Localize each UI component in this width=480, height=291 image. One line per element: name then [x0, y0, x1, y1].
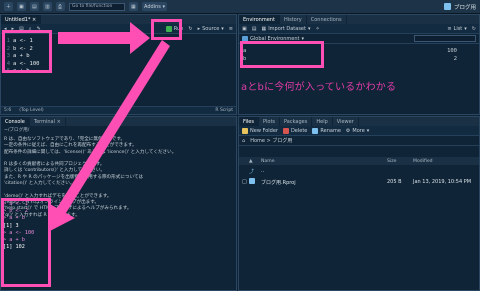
tab-viewer[interactable]: Viewer [333, 117, 359, 126]
rename-button[interactable]: Rename [312, 127, 341, 134]
file-name[interactable]: ブログ用.Rproj [261, 179, 387, 186]
console-path: ~/ブログ用/ [1, 126, 236, 134]
files-tabs: Files Plots Packages Help Viewer [239, 117, 479, 126]
env-search-input[interactable] [414, 35, 476, 42]
new-folder-button[interactable]: New Folder [242, 127, 278, 134]
print-icon[interactable]: ⎙ [56, 2, 66, 11]
refresh-icon[interactable]: ↻ [472, 26, 476, 32]
env-tabs: Environment History Connections [239, 15, 479, 24]
project-label: ブログ用 [453, 4, 476, 11]
delete-button[interactable]: Delete [282, 127, 308, 134]
file-modified: Jan 13, 2019, 10:54 PM [413, 179, 472, 185]
tab-plots[interactable]: Plots [259, 117, 281, 126]
project-menu[interactable]: ブログ用 [443, 3, 476, 11]
table-row[interactable]: □ ブログ用.Rproj 205 B Jan 13, 2019, 10:54 P… [239, 177, 479, 187]
tab-environment-label: Environment [243, 16, 275, 23]
save-env-icon[interactable]: ▤ [252, 26, 257, 32]
source-tabs: Untitled1* × [1, 15, 236, 24]
console-path-label: ~/ブログ用/ [4, 128, 30, 133]
tab-help[interactable]: Help [312, 117, 333, 126]
annotation-text: aとbに今何が入っているかわかる [241, 82, 397, 93]
source-status-bar: 5:6 (Top Level) R Script [1, 106, 236, 114]
rename-label: Rename [320, 127, 341, 134]
goto-placeholder: Go to file/function [72, 4, 113, 9]
breadcrumb-path[interactable]: Home > ブログ用 [250, 137, 292, 144]
files-breadcrumb: ⌂ Home > ブログ用 [239, 136, 479, 146]
tab-terminal[interactable]: Terminal × [30, 117, 66, 126]
new-file-icon[interactable]: ＋ [4, 2, 14, 11]
more-label: More [352, 127, 365, 134]
grid-icon[interactable]: ▦ [129, 2, 139, 11]
save-icon[interactable]: ▤ [30, 2, 40, 11]
goto-file-input[interactable]: Go to file/function [69, 2, 126, 11]
home-icon[interactable]: ⌂ [242, 138, 245, 144]
delete-label: Delete [290, 127, 308, 134]
open-project-icon[interactable]: ▣ [17, 2, 27, 11]
tab-console-label: Console [5, 118, 25, 125]
files-table-header: ▲ Name Size Modified [239, 157, 479, 165]
main-toolbar: ＋ ▣ ▤ ▥ ⎙ Go to file/function ▦ Addins ▾… [0, 0, 480, 14]
col-name[interactable]: Name [261, 159, 387, 164]
highlight-code-box [2, 30, 52, 73]
tab-untitled[interactable]: Untitled1* × [1, 15, 42, 24]
import-dataset-button[interactable]: ▦ Import Dataset ▾ [261, 26, 310, 32]
save-all-icon[interactable]: ▥ [43, 2, 53, 11]
broom-icon[interactable]: ✧ [315, 26, 319, 32]
col-modified[interactable]: Modified [413, 159, 433, 164]
highlight-run-box [151, 19, 182, 40]
col-size[interactable]: Size [387, 159, 413, 164]
tab-files[interactable]: Files [239, 117, 259, 126]
new-folder-label: New Folder [250, 127, 278, 134]
addins-label: Addins [144, 3, 161, 10]
tab-history-label: History [283, 16, 302, 23]
rproj-icon [249, 178, 255, 184]
list-view-button[interactable]: ≡ List ▾ [447, 26, 466, 32]
folder-icon [242, 127, 248, 134]
parent-dir-label: .. [261, 168, 265, 174]
row-checkbox[interactable]: □ [239, 179, 249, 185]
highlight-console-box [1, 198, 51, 287]
tab-history[interactable]: History [280, 15, 307, 24]
project-icon [443, 3, 451, 10]
list-label: List [453, 25, 463, 32]
tab-untitled-label: Untitled1* [5, 16, 31, 23]
delete-icon [282, 127, 289, 134]
console-line: 配布条件の詳細に関しては、'license()' あるいは 'licence()… [4, 149, 177, 155]
source-button[interactable]: ▸ Source ▾ [198, 26, 224, 32]
tab-environment[interactable]: Environment [239, 15, 280, 24]
tab-connections-label: Connections [310, 16, 342, 23]
file-type[interactable]: R Script [215, 108, 233, 113]
up-arrow-icon: ⤴ [249, 168, 255, 175]
tab-terminal-label: Terminal [33, 118, 55, 125]
file-size: 205 B [387, 179, 402, 185]
outline-icon[interactable]: ≡ [229, 26, 233, 32]
cursor-position: 5:6 [4, 108, 12, 113]
tab-console[interactable]: Console [1, 117, 30, 126]
sort-icon[interactable]: ▲ [249, 159, 261, 164]
highlight-env-box [240, 41, 324, 68]
files-pane: Files Plots Packages Help Viewer New Folder … [238, 116, 480, 291]
addins-menu[interactable]: Addins ▾ [142, 2, 167, 11]
variable-value: 2 [453, 56, 457, 62]
rerun-icon[interactable]: ↻ [188, 26, 192, 32]
files-toolbar: New Folder Delete Rename ⚙ More ▾ [239, 126, 479, 136]
rstudio-window: ＋ ▣ ▤ ▥ ⎙ Go to file/function ▦ Addins ▾… [0, 0, 480, 291]
load-icon[interactable]: ▣ [242, 26, 247, 32]
tab-connections[interactable]: Connections [307, 15, 347, 24]
tab-packages[interactable]: Packages [280, 117, 313, 126]
rename-icon [312, 127, 319, 134]
variable-value: 100 [447, 48, 457, 54]
source-label: Source [202, 25, 220, 32]
more-button[interactable]: ⚙ More ▾ [346, 128, 369, 134]
import-label: Import Dataset [268, 25, 306, 32]
env-toolbar: ▣ ▤ ▦ Import Dataset ▾ ✧ ≡ List ▾ ↻ [239, 24, 479, 34]
console-tabs: Console Terminal × [1, 117, 236, 126]
scope-level[interactable]: (Top Level) [19, 108, 43, 113]
files-parent-row[interactable]: ⤴ .. [239, 166, 479, 176]
